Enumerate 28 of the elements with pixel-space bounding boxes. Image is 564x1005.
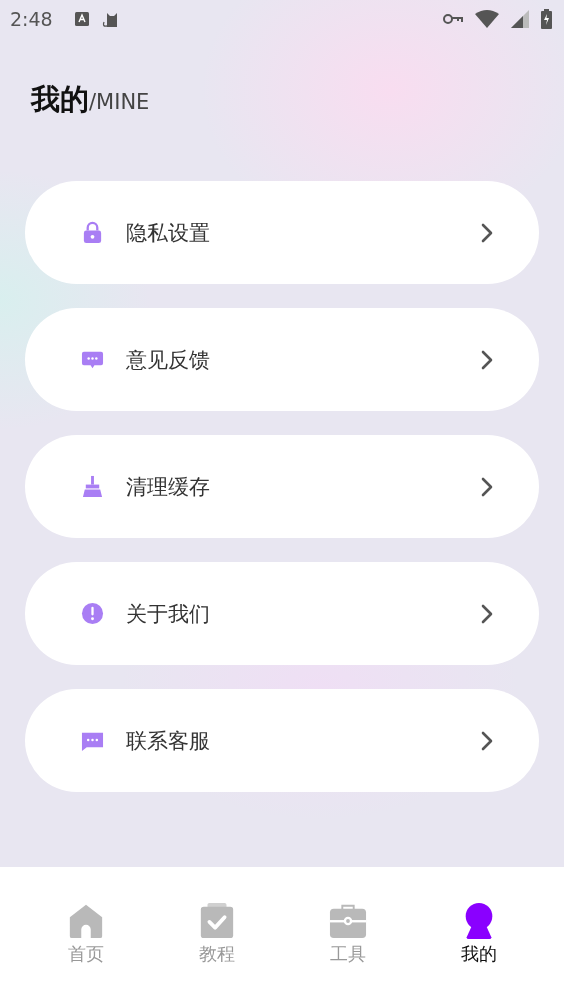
chevron-right-icon [481,603,493,624]
chevron-right-icon [481,349,493,370]
menu-item[interactable]: 隐私设置 [25,181,539,284]
page-subtitle: /MINE [89,90,150,114]
lock-icon [81,221,104,244]
menu-item[interactable]: 清理缓存 [25,435,539,538]
keyboard-notification-icon [74,11,89,27]
chevron-right-icon [481,476,493,497]
menu-label: 意见反馈 [126,346,211,374]
signal-icon [511,10,529,28]
toolbox-icon [328,902,367,940]
menu-label: 关于我们 [126,600,211,628]
menu-label: 清理缓存 [126,473,211,501]
menu-item[interactable]: 联系客服 [25,689,539,792]
page-title: 我的 [31,81,89,118]
broom-icon [81,475,104,498]
nav-tab[interactable]: 我的 [428,867,529,1005]
chevron-right-icon [481,222,493,243]
menu-item[interactable]: 关于我们 [25,562,539,665]
chevron-right-icon [481,730,493,751]
menu-item[interactable]: 意见反馈 [25,308,539,411]
menu-label: 联系客服 [126,727,211,755]
battery-icon [541,9,552,29]
exclamation-icon [81,602,104,625]
status-time: 2:48 [10,8,53,30]
menu-label: 隐私设置 [126,219,211,247]
key-icon [443,13,463,25]
wifi-icon [475,10,499,28]
